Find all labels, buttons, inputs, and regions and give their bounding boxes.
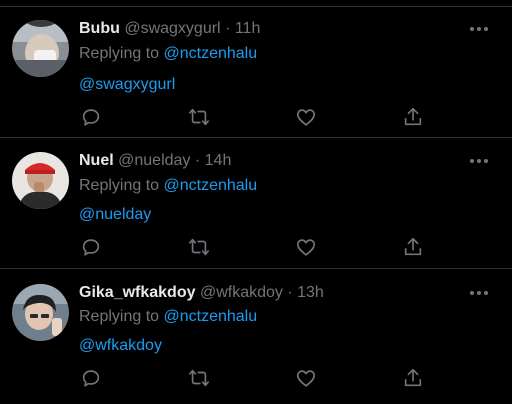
replying-mention-link[interactable]: @nctzenhalu <box>164 308 258 325</box>
more-icon[interactable] <box>466 19 492 39</box>
replying-to: Replying to @nctzenhalu <box>79 44 257 64</box>
like-icon[interactable] <box>293 365 319 391</box>
share-icon[interactable] <box>400 234 426 260</box>
display-name[interactable]: Gika_wfkakdoy <box>79 284 196 301</box>
replying-to: Replying to @nctzenhalu <box>79 176 257 196</box>
display-name[interactable]: Bubu <box>79 20 120 37</box>
user-handle[interactable]: @wfkakdoy <box>200 284 283 301</box>
replying-mention-link[interactable]: @nctzenhalu <box>164 45 258 62</box>
like-icon[interactable] <box>293 104 319 130</box>
retweet-icon[interactable] <box>186 365 212 391</box>
tweet[interactable]: Bubu @swagxygurl · 11h Replying to @nctz… <box>0 7 512 138</box>
user-handle[interactable]: @nuelday <box>118 152 190 169</box>
tweet-text-mention[interactable]: @swagxygurl <box>79 75 175 95</box>
replying-mention-link[interactable]: @nctzenhalu <box>164 177 258 194</box>
separator-dot: · <box>287 284 293 301</box>
tweet-text-mention[interactable]: @wfkakdoy <box>79 336 162 356</box>
tweet[interactable]: Gika_wfkakdoy @wfkakdoy · 13h Replying t… <box>0 269 512 404</box>
more-icon[interactable] <box>466 151 492 171</box>
share-icon[interactable] <box>400 104 426 130</box>
separator-dot: · <box>194 152 201 169</box>
reply-icon[interactable] <box>78 365 104 391</box>
replying-prefix: Replying to <box>79 45 160 62</box>
timestamp[interactable]: 11h <box>235 20 261 37</box>
retweet-icon[interactable] <box>186 104 212 130</box>
avatar[interactable] <box>12 20 69 77</box>
replying-prefix: Replying to <box>79 177 160 194</box>
replying-prefix: Replying to <box>79 308 160 325</box>
tweet-header: Nuel @nuelday · 14h <box>79 151 231 171</box>
retweet-icon[interactable] <box>186 234 212 260</box>
tweet-header: Bubu @swagxygurl · 11h <box>79 19 260 39</box>
avatar[interactable] <box>12 152 69 209</box>
timestamp[interactable]: 14h <box>205 152 232 169</box>
tweet-text-mention[interactable]: @nuelday <box>79 205 151 225</box>
timestamp[interactable]: 13h <box>297 284 324 301</box>
reply-icon[interactable] <box>78 104 104 130</box>
avatar[interactable] <box>12 284 69 341</box>
share-icon[interactable] <box>400 365 426 391</box>
more-icon[interactable] <box>466 283 492 303</box>
separator-dot: · <box>225 20 231 37</box>
tweet[interactable]: Nuel @nuelday · 14h Replying to @nctzenh… <box>0 138 512 269</box>
display-name[interactable]: Nuel <box>79 152 114 169</box>
tweet-header: Gika_wfkakdoy @wfkakdoy · 13h <box>79 283 324 303</box>
user-handle[interactable]: @swagxygurl <box>124 20 220 37</box>
replying-to: Replying to @nctzenhalu <box>79 307 257 327</box>
like-icon[interactable] <box>293 234 319 260</box>
reply-icon[interactable] <box>78 234 104 260</box>
